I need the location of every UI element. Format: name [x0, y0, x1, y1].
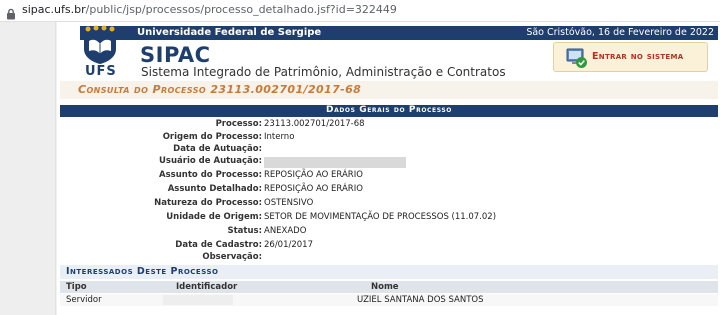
app-subtitle: Sistema Integrado de Patrimônio, Adminis…	[141, 65, 506, 79]
field-label: Observação:	[202, 252, 262, 262]
section-title: Dados Gerais do Processo	[326, 105, 452, 115]
field-value: OSTENSIVO	[264, 198, 314, 208]
table-row: Servidor UZIEL SANTANA DOS SANTOS	[60, 294, 718, 306]
field-value: 23113.002701/2017-68	[264, 119, 365, 129]
url-host: sipac.ufs.br	[22, 3, 86, 16]
url-text[interactable]: sipac.ufs.br/public/jsp/processos/proces…	[22, 3, 397, 16]
field-processo: Processo: 23113.002701/2017-68	[60, 119, 718, 132]
field-value: REPOSIÇÃO AO ERÁRIO	[264, 170, 363, 180]
interessados-title: Interessados Deste Processo	[66, 266, 219, 277]
logo-text: UFS	[85, 64, 117, 79]
redacted-identificador	[163, 295, 233, 305]
enter-system-button[interactable]: Entrar no sistema	[553, 42, 708, 72]
url-path: /public/jsp/processos/processo_detalhado…	[85, 3, 397, 16]
field-status: Status: ANEXADO	[60, 226, 718, 239]
top-banner: Universidade Federal de Sergipe São Cris…	[80, 26, 718, 40]
university-name: Universidade Federal de Sergipe	[137, 27, 322, 38]
field-label: Natureza do Processo:	[154, 198, 262, 208]
field-label: Usuário de Autuação:	[159, 156, 262, 166]
col-identificador: Identificador	[176, 282, 238, 292]
redacted-value	[264, 157, 406, 168]
interessados-table-header: Tipo Identificador Nome	[60, 281, 718, 293]
field-label: Assunto do Processo:	[159, 170, 262, 180]
left-margin	[0, 22, 56, 315]
field-value: SETOR DE MOVIMENTAÇÃO DE PROCESSOS (11.0…	[264, 212, 497, 222]
field-value: 26/01/2017	[264, 240, 313, 250]
field-label: Assunto Detalhado:	[167, 184, 262, 194]
field-assunto-detalhado: Assunto Detalhado: REPOSIÇÃO AO ERÁRIO	[60, 184, 718, 197]
enter-system-label: Entrar no sistema	[592, 51, 684, 62]
browser-address-bar[interactable]: sipac.ufs.br/public/jsp/processos/proces…	[0, 0, 720, 22]
field-value: ANEXADO	[264, 226, 307, 236]
field-label: Unidade de Origem:	[166, 212, 262, 222]
field-label: Origem do Processo:	[162, 132, 262, 142]
field-observacao: Observação:	[60, 252, 718, 265]
cell-tipo: Servidor	[66, 295, 102, 305]
field-value: REPOSIÇÃO AO ERÁRIO	[264, 184, 363, 194]
current-date: São Cristóvão, 16 de Fevereiro de 2022	[526, 27, 714, 38]
field-label: Data de Autuação:	[173, 144, 262, 154]
field-natureza: Natureza do Processo: OSTENSIVO	[60, 198, 718, 211]
field-label: Processo:	[215, 119, 262, 129]
app-name: SIPAC	[140, 43, 211, 67]
field-value: Interno	[264, 132, 295, 142]
field-label: Status:	[227, 226, 263, 236]
ufs-logo: UFS	[78, 25, 122, 79]
section-header: Dados Gerais do Processo	[60, 105, 718, 117]
cell-nome: UZIEL SANTANA DOS SANTOS	[357, 295, 484, 305]
field-label: Data de Cadastro:	[175, 240, 262, 250]
field-unidade-origem: Unidade de Origem: SETOR DE MOVIMENTAÇÃO…	[60, 212, 718, 225]
interessados-header: Interessados Deste Processo	[60, 265, 718, 279]
field-assunto: Assunto do Processo: REPOSIÇÃO AO ERÁRIO	[60, 170, 718, 183]
field-usuario-autuacao: Usuário de Autuação:	[60, 156, 718, 169]
consult-bar: Consulta do Processo 23113.002701/2017-6…	[60, 81, 718, 99]
col-tipo: Tipo	[66, 282, 87, 292]
consult-title: Consulta do Processo 23113.002701/2017-6…	[78, 83, 362, 96]
col-nome: Nome	[371, 282, 399, 292]
computer-login-icon	[566, 47, 588, 73]
